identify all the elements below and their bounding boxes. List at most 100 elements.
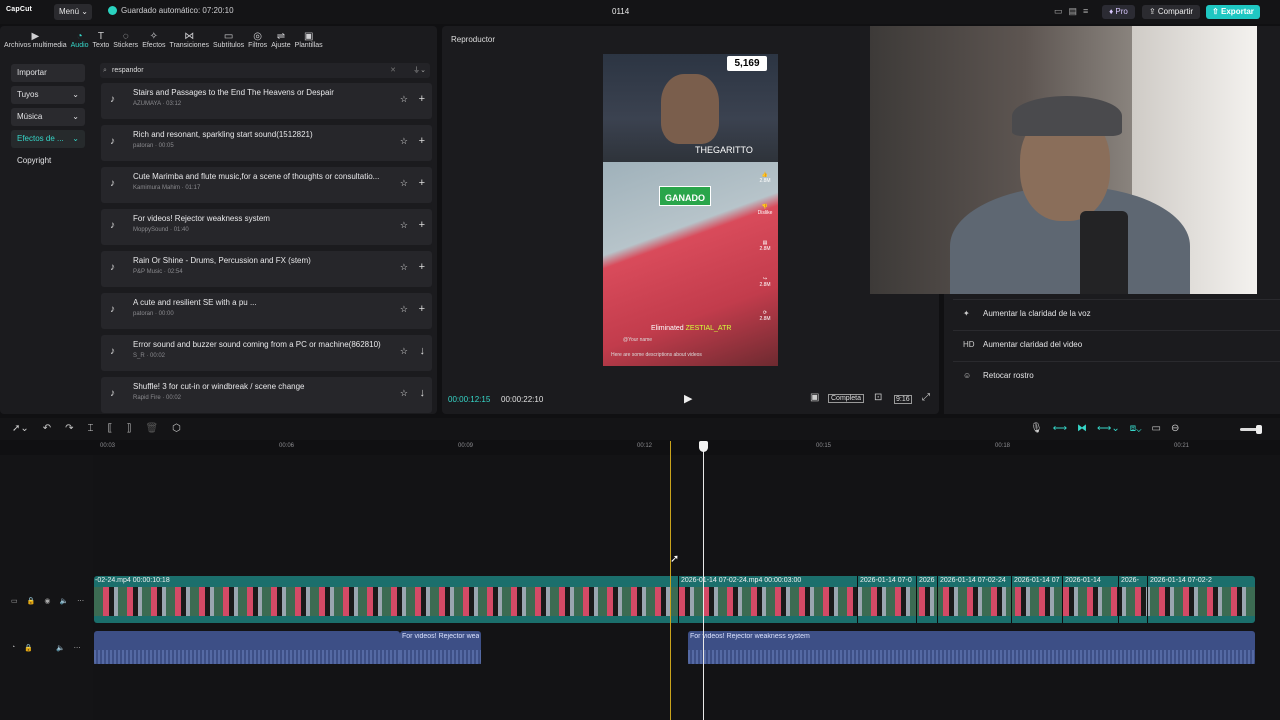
add-icon[interactable]: + xyxy=(419,135,425,147)
autosave-status: Guardado automático: 07:20:10 xyxy=(108,6,234,15)
audio-clip[interactable]: For videos! Rejector weakness system xyxy=(688,631,1255,664)
tab-adjust[interactable]: ⇌ Ajuste xyxy=(271,28,290,54)
share-button[interactable]: ⇪ Compartir xyxy=(1142,5,1200,19)
fullscreen-icon[interactable]: ⤢ xyxy=(922,392,930,403)
stat-label: 2.8M xyxy=(759,282,771,288)
zoom-slider-handle[interactable] xyxy=(1256,425,1262,434)
split-icon[interactable]: ⌶ xyxy=(88,423,94,434)
lock-icon[interactable]: 🔒 xyxy=(27,597,36,605)
list-item[interactable]: ♪ Rich and resonant, sparkling start soun… xyxy=(101,125,432,161)
side-item-music[interactable]: Música ⌄ xyxy=(11,108,85,126)
list-item[interactable]: ♪ Stairs and Passages to the End The Heav… xyxy=(101,83,432,119)
fit-icon[interactable]: ⊡ xyxy=(874,392,882,403)
search-input[interactable]: ⌕ respandor ✕ ⏚⌄ xyxy=(100,63,430,78)
more-icon[interactable]: ⋯ xyxy=(74,644,81,652)
list-item[interactable]: ♪ Cute Marimba and flute music,for a scen… xyxy=(101,167,432,203)
export-button[interactable]: ⇧ Exportar xyxy=(1206,5,1260,19)
star-icon[interactable]: ☆ xyxy=(400,136,408,147)
ratio-icon[interactable]: ▣ xyxy=(810,392,819,403)
filter-icon[interactable]: ⏚⌄ xyxy=(413,63,426,78)
list-item[interactable]: ♪ Rain Or Shine - Drums, Percussion and F… xyxy=(101,251,432,287)
add-icon[interactable]: + xyxy=(419,303,425,315)
add-icon[interactable]: + xyxy=(419,177,425,189)
download-icon[interactable]: ↓ xyxy=(420,387,426,399)
tab-audio[interactable]: ◔ Audio xyxy=(71,28,89,54)
add-icon[interactable]: + xyxy=(419,261,425,273)
enhance-video-option[interactable]: HD Aumentar claridad del video xyxy=(953,330,1280,357)
lock-icon[interactable]: 🔒 xyxy=(24,644,33,652)
side-item-yours[interactable]: Tuyos ⌄ xyxy=(11,86,85,104)
enhance-voice-option[interactable]: ✦ Aumentar la claridad de la voz xyxy=(953,299,1280,326)
tab-effects[interactable]: ✧ Efectos xyxy=(142,28,165,54)
tab-transitions[interactable]: ⋈ Transiciones xyxy=(170,28,209,54)
layout-icon[interactable]: ▭ xyxy=(1054,6,1063,17)
clip-divider xyxy=(916,576,917,623)
trim-left-icon[interactable]: ⟦ xyxy=(108,423,113,434)
clear-icon[interactable]: ✕ xyxy=(390,63,396,78)
list-item[interactable]: ♪ For videos! Rejector weakness system Mop… xyxy=(101,209,432,245)
delete-icon[interactable]: 🗑 xyxy=(145,423,158,434)
video-preview[interactable]: 5,169 THEGARITTO GANADO 👍 2.8M 👎 Dislike ▤… xyxy=(603,54,778,366)
star-icon[interactable]: ☆ xyxy=(400,388,408,399)
play-icon[interactable]: ▶ xyxy=(684,392,692,405)
redo-icon[interactable]: ↷ xyxy=(65,423,73,434)
playhead[interactable] xyxy=(703,441,704,720)
list-item[interactable]: ♪ A cute and resilient SE with a pu ... pa… xyxy=(101,293,432,329)
cover-icon[interactable]: ▭ xyxy=(11,597,18,605)
eye-icon[interactable]: ◉ xyxy=(44,597,50,605)
star-icon[interactable]: ☆ xyxy=(400,220,408,231)
caption-icon[interactable]: ▭ xyxy=(1152,423,1161,434)
marker-icon[interactable]: ⬡ xyxy=(172,423,181,434)
quality-button[interactable]: Completa xyxy=(828,394,864,403)
playhead-handle[interactable] xyxy=(699,441,708,452)
project-title[interactable]: 0114 xyxy=(612,7,629,16)
add-icon[interactable]: + xyxy=(419,93,425,105)
add-icon[interactable]: + xyxy=(419,219,425,231)
undo-icon[interactable]: ↶ xyxy=(43,423,51,434)
retouch-face-option[interactable]: ☺ Retocar rostro xyxy=(953,361,1280,388)
trim-right-icon[interactable]: ⟧ xyxy=(127,423,132,434)
menu-button[interactable]: Menú ⌄ xyxy=(54,4,92,20)
side-item-sound-effects[interactable]: Efectos de ... ⌄ xyxy=(11,130,85,148)
waveform xyxy=(688,650,1255,664)
snap-icon[interactable]: ⟷⌄ xyxy=(1097,423,1120,434)
tab-templates[interactable]: ▣ Plantillas xyxy=(295,28,323,54)
star-icon[interactable]: ☆ xyxy=(400,178,408,189)
timeline-ruler[interactable]: 00:03 00:06 00:09 00:12 00:15 00:18 00:2… xyxy=(94,441,1280,455)
side-item-import[interactable]: Importar xyxy=(11,64,85,82)
clip-label: 2026-01-14 07 xyxy=(1014,577,1060,584)
tab-subtitles[interactable]: ▭ Subtítulos xyxy=(213,28,244,54)
select-cursor-icon[interactable]: ➚⌄ xyxy=(12,423,29,434)
list-item[interactable]: ♪ Error sound and buzzer sound coming fro… xyxy=(101,335,432,371)
download-icon[interactable]: ↓ xyxy=(420,345,426,357)
side-item-copyright[interactable]: Copyright xyxy=(11,152,85,170)
audio-clip[interactable]: For videos! Rejector wea xyxy=(400,631,481,664)
audio-clip[interactable] xyxy=(94,631,400,664)
star-icon[interactable]: ☆ xyxy=(400,94,408,105)
tab-filters[interactable]: ◎ Filtros xyxy=(248,28,267,54)
link-icon[interactable]: ⟷ xyxy=(1053,423,1067,434)
tab-text[interactable]: T Texto xyxy=(93,28,110,54)
more-icon[interactable]: ⋯ xyxy=(77,597,84,605)
tab-media[interactable]: ▶ Archivos multimedia xyxy=(4,28,67,54)
more-icon[interactable]: ≡ xyxy=(1083,6,1088,17)
tab-label: Archivos multimedia xyxy=(4,42,67,49)
preview-axis-icon[interactable]: ⧈⌄ xyxy=(1130,423,1142,434)
video-track[interactable]: -02-24.mp4 00:00:10:18 2026-01-14 07-02-… xyxy=(94,576,1255,623)
star-icon[interactable]: ☆ xyxy=(400,346,408,357)
list-item[interactable]: ♪ Shuffle! 3 for cut-in or windbreak / sc… xyxy=(101,377,432,413)
shortcuts-icon[interactable]: ▤ xyxy=(1069,6,1078,17)
microphone-icon[interactable]: 🎙 xyxy=(1030,423,1043,434)
tab-stickers[interactable]: ◌ Stickers xyxy=(113,28,138,54)
star-icon[interactable]: ☆ xyxy=(400,304,408,315)
star-icon[interactable]: ☆ xyxy=(400,262,408,273)
volume-icon[interactable]: 🔈 xyxy=(56,644,65,652)
magnet-icon[interactable]: ⧓ xyxy=(1077,423,1087,434)
sound-title: Rich and resonant, sparkling start sound… xyxy=(133,130,313,139)
volume-icon[interactable]: 🔈 xyxy=(59,597,68,605)
pro-button[interactable]: ♦ Pro xyxy=(1102,5,1135,19)
aspect-ratio-button[interactable]: 9:16 xyxy=(894,395,912,404)
player-title: Reproductor xyxy=(451,35,496,44)
zoom-out-icon[interactable]: ⊖ xyxy=(1171,423,1179,434)
ruler-label: 00:18 xyxy=(995,443,1011,449)
